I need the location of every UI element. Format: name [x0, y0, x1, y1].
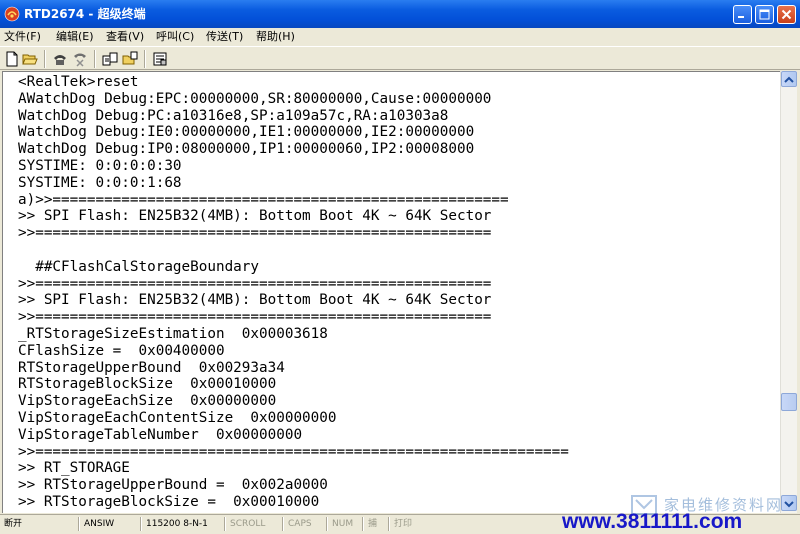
status-divider — [282, 517, 284, 531]
close-button[interactable] — [777, 5, 796, 24]
scroll-lock-status: SCROLL — [230, 519, 266, 529]
disconnect-icon[interactable] — [72, 51, 88, 67]
status-divider — [224, 517, 226, 531]
terminal-line: VipStorageEachContentSize 0x00000000 — [18, 410, 337, 426]
port-settings-status: 115200 8-N-1 — [146, 519, 208, 529]
title-bar[interactable]: RTD2674 - 超级终端 — [0, 0, 800, 28]
terminal-line: _RTStorageSizeEstimation 0x00003618 — [18, 326, 328, 342]
status-divider — [388, 517, 390, 531]
toolbar-separator — [144, 50, 146, 68]
terminal-line: >>======================================… — [18, 309, 492, 326]
terminal-line: SYSTIME: 0:0:0:1:68 — [18, 174, 182, 191]
terminal-line: SYSTIME: 0:0:0:0:30 — [18, 158, 182, 174]
menu-help[interactable]: 帮助(H) — [256, 29, 295, 45]
site-watermark: 家电维修资料网 www.3811111.com — [560, 495, 800, 534]
vertical-scrollbar[interactable] — [780, 71, 797, 513]
send-icon[interactable] — [102, 51, 118, 67]
terminal-line: VipStorageTableNumber 0x00000000 — [18, 426, 303, 443]
new-file-icon[interactable] — [4, 51, 20, 67]
status-divider — [140, 517, 142, 531]
terminal-line: >> RTStorageBlockSize = 0x00010000 — [18, 494, 320, 510]
minimize-button[interactable] — [733, 5, 752, 24]
status-divider — [78, 517, 80, 531]
terminal-line: <RealTek>reset — [18, 74, 139, 90]
connection-status: 断开 — [4, 519, 23, 529]
terminal-line: RTStorageBlockSize 0x00010000 — [18, 376, 277, 393]
terminal-line: a)>>====================================… — [18, 191, 509, 208]
num-lock-status: NUM — [332, 519, 354, 529]
menu-call[interactable]: 呼叫(C) — [156, 29, 194, 45]
toolbar — [0, 46, 800, 70]
minimize-icon — [738, 16, 744, 18]
arrow-up-icon — [784, 76, 794, 83]
watermark-url: www.3811111.com — [562, 510, 743, 533]
terminal-line: >>======================================… — [18, 443, 569, 460]
menu-view[interactable]: 查看(V) — [106, 29, 144, 45]
open-folder-icon[interactable] — [22, 51, 38, 67]
caps-lock-status: CAPS — [288, 519, 312, 529]
terminal-line: CFlashSize = 0x00400000 — [18, 342, 225, 359]
scroll-thumb[interactable] — [781, 393, 797, 411]
terminal-line: >>======================================… — [18, 275, 492, 292]
call-icon[interactable] — [52, 51, 68, 67]
terminal-line: >> RT_STORAGE — [18, 460, 130, 477]
menu-transfer[interactable]: 传送(T) — [206, 29, 243, 45]
properties-icon[interactable] — [152, 51, 168, 67]
terminal-line: >> SPI Flash: EN25B32(4MB): Bottom Boot … — [18, 292, 492, 309]
status-divider — [326, 517, 328, 531]
terminal-line: WatchDog Debug:PC:a10316e8,SP:a109a57c,R… — [18, 107, 449, 124]
maximize-button[interactable] — [755, 5, 774, 24]
menu-bar: 文件(F) 编辑(E) 查看(V) 呼叫(C) 传送(T) 帮助(H) — [0, 28, 800, 46]
menu-edit[interactable]: 编辑(E) — [56, 29, 94, 45]
toolbar-separator — [94, 50, 96, 68]
hyperterminal-icon[interactable] — [4, 6, 20, 22]
status-divider — [362, 517, 364, 531]
close-icon — [781, 9, 792, 20]
window-title: RTD2674 - 超级终端 — [24, 7, 146, 21]
menu-file[interactable]: 文件(F) — [4, 29, 41, 45]
toolbar-separator — [44, 50, 46, 68]
terminal-line: >> SPI Flash: EN25B32(4MB): Bottom Boot … — [18, 208, 492, 225]
scroll-up-button[interactable] — [781, 71, 797, 87]
terminal-line: >> RTStorageUpperBound = 0x002a0000 — [18, 477, 328, 494]
terminal-line: VipStorageEachSize 0x00000000 — [18, 393, 277, 410]
capture-status: 捕 — [368, 519, 378, 529]
receive-icon[interactable] — [122, 51, 138, 67]
terminal-line: ##CFlashCalStorageBoundary — [18, 258, 260, 275]
emulation-status: ANSIW — [84, 519, 115, 529]
terminal-line: WatchDog Debug:IE0:00000000,IE1:00000000… — [18, 124, 475, 141]
maximize-icon — [759, 9, 770, 20]
terminal-line: AWatchDog Debug:EPC:00000000,SR:80000000… — [18, 90, 492, 107]
terminal-line: >>======================================… — [18, 225, 492, 242]
terminal-output[interactable]: <RealTek>reset AWatchDog Debug:EPC:000000… — [2, 71, 780, 513]
terminal-line: WatchDog Debug:IP0:08000000,IP1:00000060… — [18, 141, 475, 158]
print-status: 打印 — [394, 519, 413, 529]
terminal-line: RTStorageUpperBound 0x00293a34 — [18, 359, 285, 376]
